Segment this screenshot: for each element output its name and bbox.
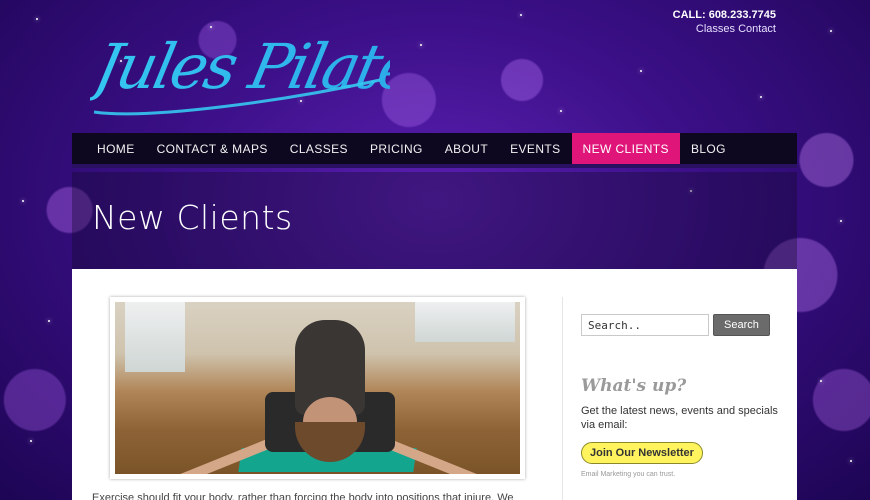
main-nav: HOME CONTACT & MAPS CLASSES PRICING ABOU…	[72, 133, 797, 168]
search-input[interactable]	[581, 314, 709, 336]
search-button[interactable]: Search	[713, 314, 770, 336]
pilates-photo	[115, 302, 520, 474]
nav-item-new-clients[interactable]: NEW CLIENTS	[571, 133, 680, 164]
featured-photo	[110, 297, 525, 479]
page-title: New Clients	[92, 198, 293, 237]
nav-item-home[interactable]: HOME	[86, 133, 146, 164]
body-paragraph: Exercise should fit your body, rather th…	[92, 492, 514, 500]
call-number[interactable]: CALL: 608.233.7745	[673, 8, 776, 22]
nav-item-classes[interactable]: CLASSES	[279, 133, 359, 164]
header-link-classes[interactable]: Classes	[696, 23, 735, 35]
nav-item-blog[interactable]: BLOG	[680, 133, 737, 164]
whats-up-heading: What's up?	[581, 376, 687, 396]
nav-item-contact-maps[interactable]: CONTACT & MAPS	[146, 133, 279, 164]
newsletter-button[interactable]: Join Our Newsletter	[581, 442, 703, 464]
sidebar: Search What's up? Get the latest news, e…	[562, 297, 782, 500]
nav-item-about[interactable]: ABOUT	[434, 133, 499, 164]
whats-up-text: Get the latest news, events and specials…	[581, 405, 778, 431]
site-logo[interactable]: Jules Pilates	[90, 10, 390, 120]
nav-item-events[interactable]: EVENTS	[499, 133, 571, 164]
content-area: Search What's up? Get the latest news, e…	[72, 269, 797, 500]
header-link-contact[interactable]: Contact	[738, 23, 776, 35]
email-marketing-note[interactable]: Email Marketing you can trust.	[581, 471, 782, 478]
search-form: Search	[581, 314, 782, 336]
header-contact: CALL: 608.233.7745 Classes Contact	[673, 8, 776, 36]
page-hero: New Clients	[72, 172, 797, 269]
logo-text: Jules Pilates	[90, 31, 390, 103]
nav-item-pricing[interactable]: PRICING	[359, 133, 434, 164]
